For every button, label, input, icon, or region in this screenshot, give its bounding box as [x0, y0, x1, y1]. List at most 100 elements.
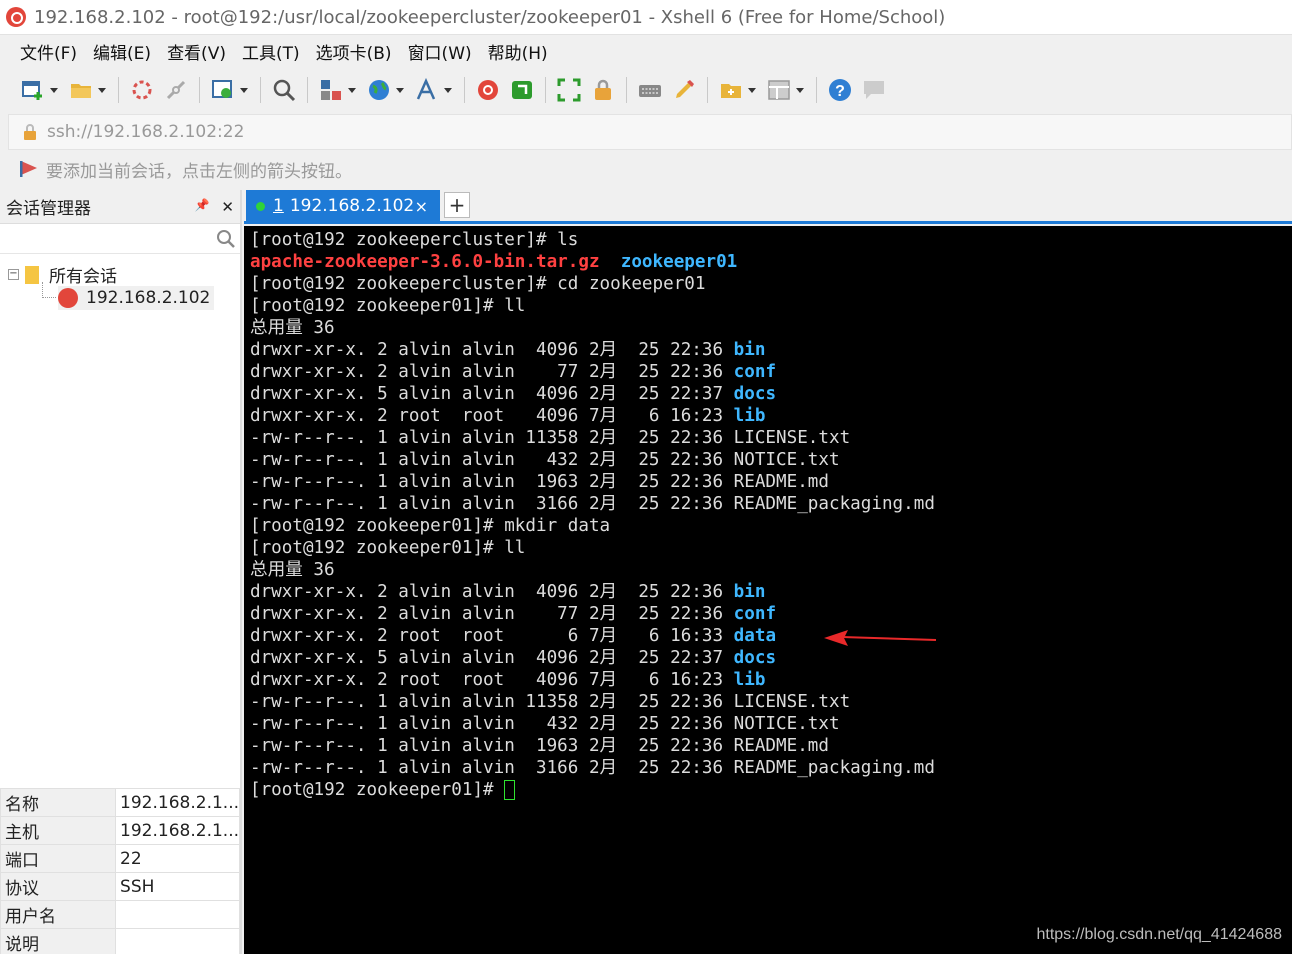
reconnect-icon[interactable] [129, 77, 155, 103]
new-folder-dropdown[interactable] [748, 87, 756, 93]
archive-name: apache-zookeeper-3.6.0-bin.tar.gz [250, 252, 600, 272]
new-session-icon[interactable] [20, 77, 46, 103]
tab-strip: 1 192.168.2.102 × + [244, 190, 1292, 224]
tree-item-label: 192.168.2.102 [86, 288, 211, 308]
property-value: 192.168.2.1... [115, 788, 240, 817]
terminal-line: [root@192 zookeepercluster]# cd zookeepe… [250, 273, 1292, 295]
folder-icon [25, 265, 39, 284]
font-icon[interactable] [414, 77, 440, 103]
globe-dropdown[interactable] [396, 87, 404, 93]
directory-name: docs [733, 384, 777, 404]
hint-bar: 要添加当前会话，点击左侧的箭头按钮。 [8, 152, 1292, 186]
menu-file[interactable]: 文件(F) [12, 39, 85, 64]
xshell-icon[interactable] [475, 77, 501, 103]
terminal-text: [root@192 zookeeper01]# ll [250, 296, 526, 316]
terminal-text: drwxr-xr-x. 2 alvin alvin 4096 2月 25 22:… [250, 340, 734, 360]
transfer-icon[interactable] [318, 77, 344, 103]
menu-help[interactable]: 帮助(H) [480, 39, 556, 64]
lock-icon [24, 124, 36, 140]
properties-icon[interactable] [210, 77, 236, 103]
terminal-cursor [504, 780, 516, 800]
terminal-line: -rw-r--r--. 1 alvin alvin 11358 2月 25 22… [250, 691, 1292, 713]
xshell-logo-icon [6, 7, 26, 27]
tree-item-session[interactable]: 192.168.2.102 [58, 286, 215, 310]
directory-name: zookeeper01 [620, 252, 738, 272]
collapse-icon[interactable]: − [8, 269, 19, 280]
globe-icon[interactable] [366, 77, 392, 103]
pin-icon[interactable]: 📌 [194, 198, 209, 216]
terminal-output[interactable]: [root@192 zookeepercluster]# ls apache-zo… [244, 226, 1292, 954]
layout-dropdown[interactable] [796, 87, 804, 93]
close-icon[interactable]: ✕ [221, 198, 234, 216]
menu-tabs[interactable]: 选项卡(B) [308, 39, 400, 64]
terminal-text: drwxr-xr-x. 2 alvin alvin 4096 2月 25 22:… [250, 582, 734, 602]
menu-view[interactable]: 查看(V) [159, 39, 234, 64]
property-row: 用户名 [0, 900, 240, 929]
terminal-text: [root@192 zookeepercluster]# cd zookeepe… [250, 274, 706, 294]
terminal-text: -rw-r--r--. 1 alvin alvin 432 2月 25 22:3… [250, 450, 840, 470]
svg-text:?: ? [835, 83, 845, 100]
new-session-dropdown[interactable] [50, 87, 58, 93]
session-search[interactable] [0, 224, 240, 254]
tab-session[interactable]: 1 192.168.2.102 × [246, 190, 440, 222]
terminal-text: drwxr-xr-x. 2 alvin alvin 77 2月 25 22:36 [250, 362, 734, 382]
keyboard-icon[interactable] [637, 77, 663, 103]
add-session-arrow-icon[interactable] [20, 160, 38, 178]
directory-name: bin [733, 340, 766, 360]
terminal-line: drwxr-xr-x. 2 alvin alvin 4096 2月 25 22:… [250, 339, 1292, 361]
menu-tools[interactable]: 工具(T) [234, 39, 308, 64]
lock-icon[interactable] [590, 77, 616, 103]
terminal-text: drwxr-xr-x. 2 alvin alvin 77 2月 25 22:36 [250, 604, 734, 624]
layout-icon[interactable] [766, 77, 792, 103]
terminal-line: [root@192 zookeepercluster]# ls [250, 229, 1292, 251]
tab-close-icon[interactable]: × [415, 197, 428, 216]
directory-name: docs [733, 648, 777, 668]
property-value [115, 928, 240, 954]
terminal-text: -rw-r--r--. 1 alvin alvin 3166 2月 25 22:… [250, 494, 935, 514]
session-manager-panel: 会话管理器 📌 ✕ − 所有会话 192.168.2.102 名称 192.168… [0, 190, 242, 954]
window-title: 192.168.2.102 - root@192:/usr/local/zook… [34, 6, 946, 28]
new-folder-icon[interactable] [718, 77, 744, 103]
font-dropdown[interactable] [444, 87, 452, 93]
property-key: 用户名 [0, 900, 117, 929]
properties-dropdown[interactable] [240, 87, 248, 93]
property-key: 端口 [0, 844, 117, 873]
terminal-text: [root@192 zookeeper01]# [250, 780, 505, 800]
open-dropdown[interactable] [98, 87, 106, 93]
title-bar: 192.168.2.102 - root@192:/usr/local/zook… [0, 0, 1292, 34]
help-icon[interactable]: ? [827, 77, 853, 103]
directory-name: data [733, 626, 777, 646]
property-row: 说明 [0, 928, 240, 954]
terminal-text: drwxr-xr-x. 2 root root 6 7月 6 16:33 [250, 626, 734, 646]
transfer-dropdown[interactable] [348, 87, 356, 93]
toolbar: ? [0, 68, 1292, 112]
fullscreen-icon[interactable] [556, 77, 582, 103]
find-icon[interactable] [271, 77, 297, 103]
chat-icon[interactable] [861, 77, 887, 103]
directory-name: conf [733, 604, 777, 624]
address-bar[interactable]: ssh://192.168.2.102:22 [8, 114, 1292, 150]
terminal-line: [root@192 zookeeper01]# ll [250, 295, 1292, 317]
new-tab-button[interactable]: + [444, 192, 470, 218]
xftp-icon[interactable] [509, 77, 535, 103]
terminal-text: 总用量 36 [250, 318, 335, 338]
property-value [115, 900, 240, 929]
disconnect-icon[interactable] [163, 77, 189, 103]
search-icon[interactable] [216, 229, 236, 249]
address-value[interactable]: ssh://192.168.2.102:22 [47, 122, 244, 142]
tab-label: 192.168.2.102 [289, 196, 415, 216]
session-search-input[interactable] [0, 224, 240, 253]
menu-window[interactable]: 窗口(W) [400, 39, 480, 64]
terminal-line: drwxr-xr-x. 2 alvin alvin 77 2月 25 22:36… [250, 361, 1292, 383]
connected-status-icon [256, 201, 265, 211]
terminal-text: [root@192 zookeeper01]# mkdir data [250, 516, 611, 536]
terminal-line: -rw-r--r--. 1 alvin alvin 1963 2月 25 22:… [250, 735, 1292, 757]
session-properties: 名称 192.168.2.1... 主机 192.168.2.1... 端口 22 协… [0, 788, 240, 954]
terminal-line: -rw-r--r--. 1 alvin alvin 432 2月 25 22:3… [250, 713, 1292, 735]
open-folder-icon[interactable] [68, 77, 94, 103]
highlight-icon[interactable] [671, 77, 697, 103]
menu-edit[interactable]: 编辑(E) [85, 39, 159, 64]
terminal-line: drwxr-xr-x. 5 alvin alvin 4096 2月 25 22:… [250, 647, 1292, 669]
tree-item-all-sessions[interactable]: − 所有会话 [8, 262, 117, 287]
terminal-line: drwxr-xr-x. 5 alvin alvin 4096 2月 25 22:… [250, 383, 1292, 405]
